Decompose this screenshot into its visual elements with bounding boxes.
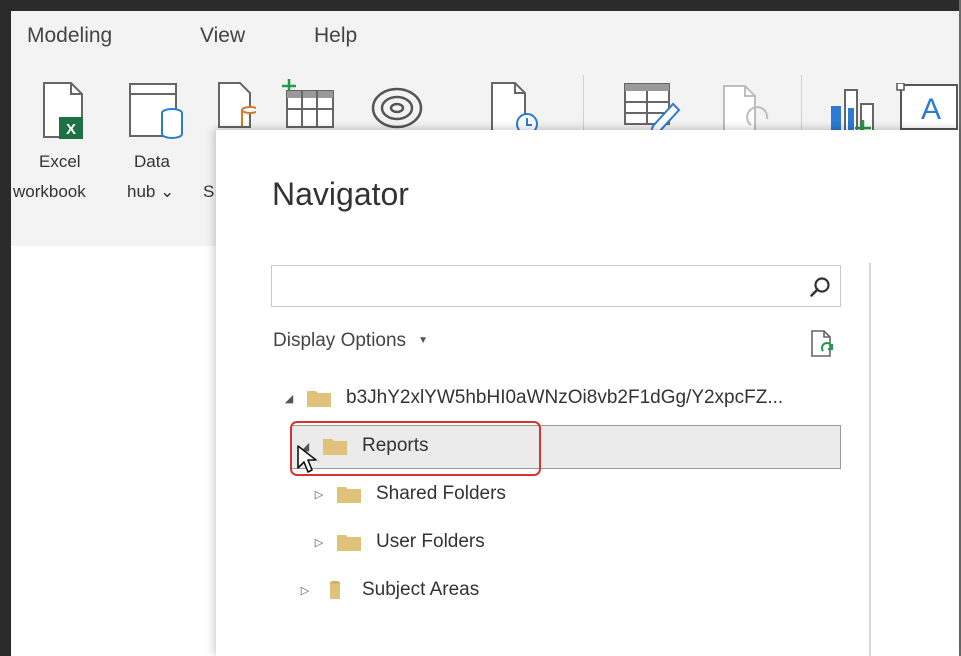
menu-view[interactable]: View (200, 24, 245, 48)
display-options-label: Display Options (273, 330, 407, 351)
search-input[interactable] (272, 266, 792, 306)
collapsed-triangle-icon[interactable]: ▷ (312, 488, 326, 501)
window-frame-top (0, 0, 961, 11)
folder-icon (337, 487, 361, 503)
sql-server-icon[interactable] (216, 80, 256, 130)
menu-bar: Modeling View Help (11, 11, 959, 61)
expanded-triangle-icon[interactable]: ◢ (282, 392, 296, 405)
dialog-divider (869, 263, 871, 656)
data-hub-label-2[interactable]: hub ⌄ (127, 182, 174, 202)
tree-label-subject-areas: Subject Areas (362, 579, 480, 600)
data-hub-icon[interactable] (126, 80, 190, 142)
tree-label-root: b3JhY2xlYW5hbHI0aWNzOi8vb2F1dGg/Y2xpcFZ.… (346, 387, 784, 408)
menu-modeling[interactable]: Modeling (27, 24, 112, 48)
text-box-icon[interactable]: A (891, 83, 959, 131)
folder-icon (307, 391, 331, 407)
chevron-down-icon: ▼ (418, 335, 428, 347)
new-visual-icon[interactable] (827, 86, 879, 134)
data-hub-label-1: Data (134, 152, 170, 171)
tree-node-shared-folders[interactable]: ▷ Shared Folders (312, 474, 506, 514)
tree-node-user-folders[interactable]: ▷ User Folders (312, 522, 485, 562)
display-options-dropdown[interactable]: Display Options ▼ (273, 330, 428, 352)
tree-label-user-folders: User Folders (376, 531, 485, 552)
tree-node-subject-areas[interactable]: ▷ Subject Areas (298, 570, 479, 610)
navigator-title: Navigator (272, 176, 409, 212)
search-box[interactable] (271, 265, 841, 307)
partial-label: S (203, 182, 215, 201)
excel-workbook-label-2: workbook (13, 182, 86, 201)
database-icon (330, 580, 340, 599)
svg-text:A: A (921, 93, 941, 126)
collapsed-triangle-icon[interactable]: ▷ (312, 536, 326, 549)
excel-icon[interactable]: X (41, 80, 89, 142)
transform-data-icon[interactable] (621, 80, 681, 132)
highlight-annotation (290, 421, 541, 476)
refresh-preview-icon[interactable] (810, 329, 836, 359)
navigator-dialog: Navigator Display Options ▼ ◢ b3JhY2xlYW5… (216, 130, 959, 656)
folder-icon (337, 535, 361, 551)
search-icon[interactable] (808, 275, 832, 299)
cursor-pointer-icon (297, 445, 317, 473)
dataverse-icon[interactable] (369, 85, 425, 131)
svg-text:X: X (66, 121, 76, 138)
menu-help[interactable]: Help (314, 24, 357, 48)
tree-label-shared-folders: Shared Folders (376, 483, 506, 504)
enter-data-table-icon[interactable] (279, 77, 337, 129)
collapsed-triangle-icon[interactable]: ▷ (298, 584, 312, 597)
excel-workbook-label-1: Excel (39, 152, 81, 171)
window-frame-left (0, 0, 11, 656)
tree-node-root[interactable]: ◢ b3JhY2xlYW5hbHI0aWNzOi8vb2F1dGg/Y2xpcF… (282, 378, 783, 418)
